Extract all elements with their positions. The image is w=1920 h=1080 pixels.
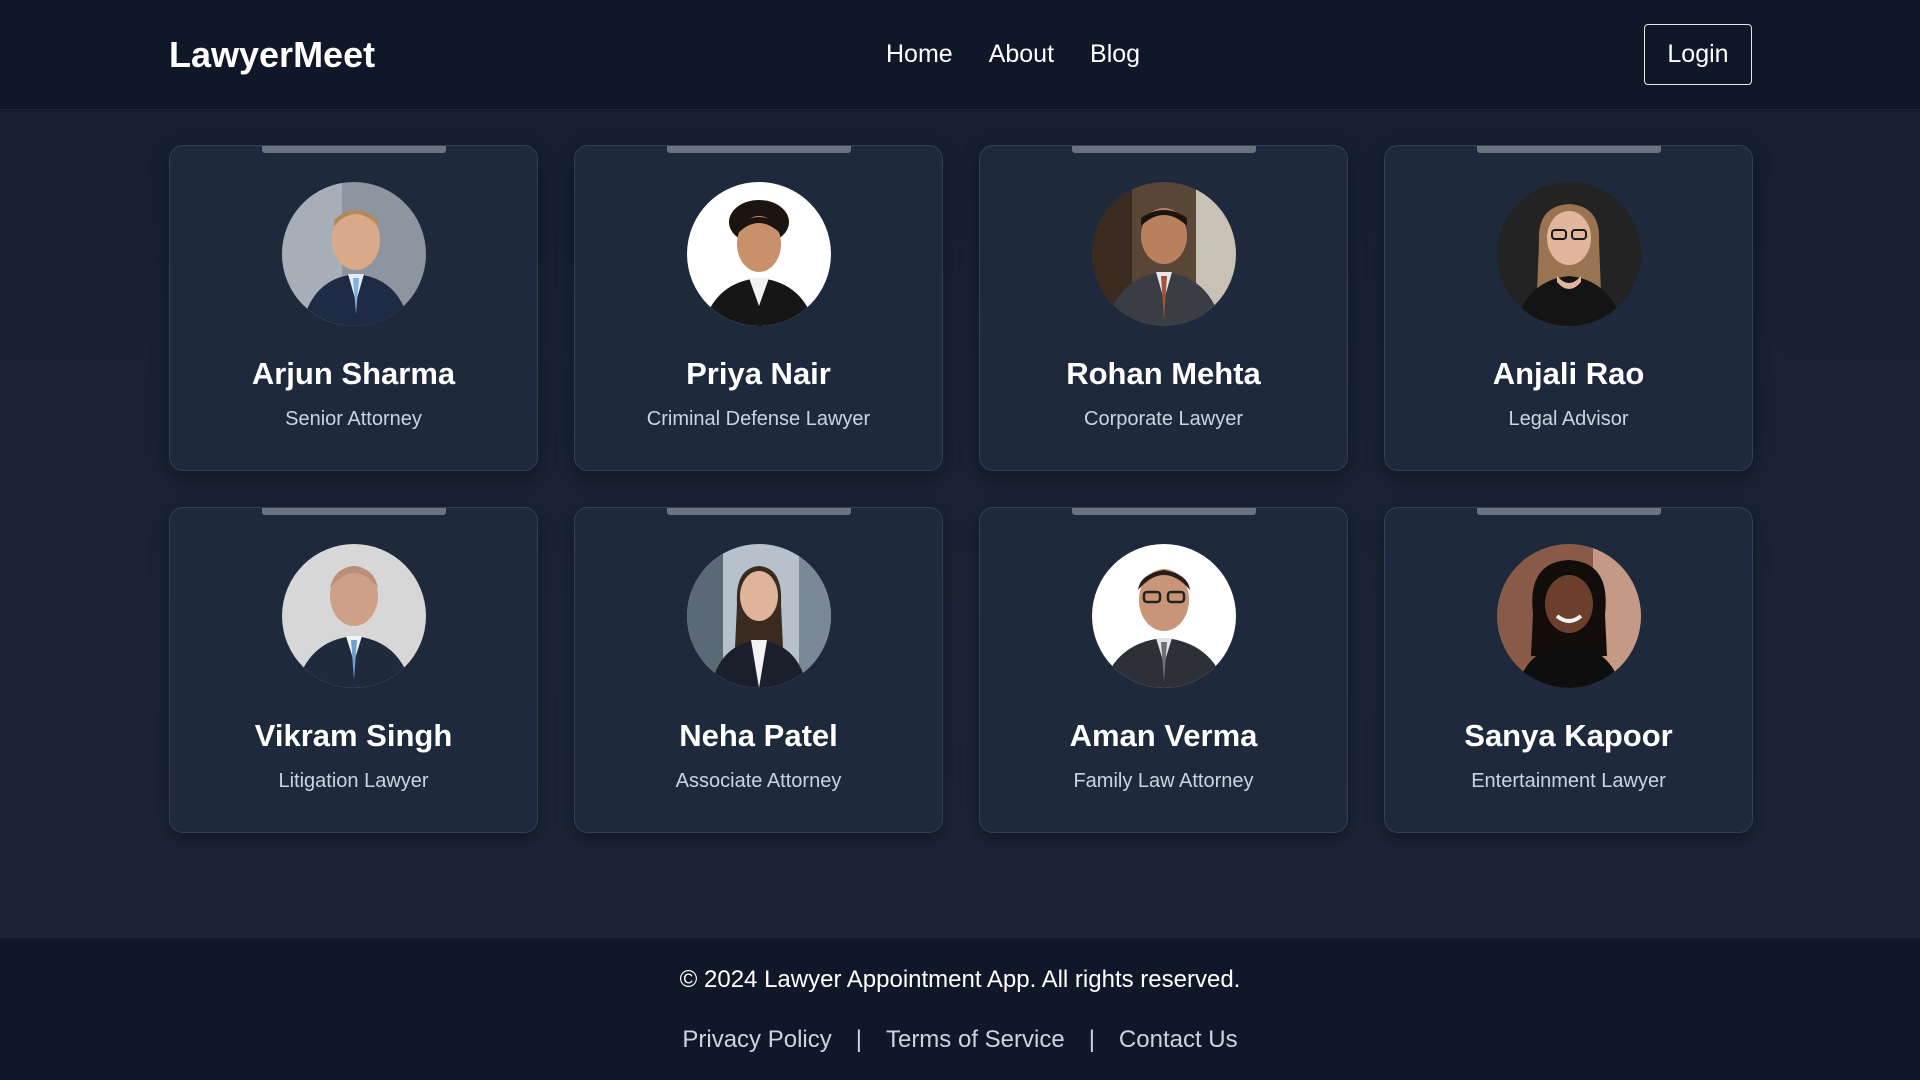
lawyer-name: Arjun Sharma [251, 356, 456, 391]
lawyer-card-sanya-kapoor[interactable]: Sanya Kapoor Entertainment Lawyer [1384, 507, 1753, 833]
lawyer-card-priya-nair[interactable]: Priya Nair Criminal Defense Lawyer [574, 145, 943, 471]
lawyer-photo [282, 182, 426, 326]
lawyer-photo [687, 182, 831, 326]
card-top-accent [667, 146, 851, 153]
lawyer-photo [1092, 182, 1236, 326]
lawyer-role: Litigation Lawyer [278, 770, 429, 792]
nav-blog-link[interactable]: Blog [1090, 40, 1140, 69]
card-top-accent [1072, 508, 1256, 515]
card-top-accent [262, 508, 446, 515]
lawyer-name: Anjali Rao [1492, 356, 1645, 391]
footer-separator: | [1088, 1026, 1095, 1053]
lawyer-name: Aman Verma [1069, 718, 1258, 753]
lawyer-name: Vikram Singh [254, 718, 453, 753]
card-top-accent [1072, 146, 1256, 153]
lawyer-photo [1092, 544, 1236, 688]
lawyer-role: Criminal Defense Lawyer [646, 408, 871, 430]
lawyer-card-aman-verma[interactable]: Aman Verma Family Law Attorney [979, 507, 1348, 833]
lawyer-name: Sanya Kapoor [1464, 718, 1673, 753]
copyright-text: © 2024 Lawyer Appointment App. All right… [679, 966, 1241, 993]
lawyer-card-neha-patel[interactable]: Neha Patel Associate Attorney [574, 507, 943, 833]
lawyer-card-vikram-singh[interactable]: Vikram Singh Litigation Lawyer [169, 507, 538, 833]
card-top-accent [1477, 508, 1661, 515]
footer-links: Privacy Policy | Terms of Service | Cont… [0, 1026, 1920, 1054]
lawyer-photo [687, 544, 831, 688]
lawyer-role: Corporate Lawyer [1084, 408, 1243, 430]
nav-about-link[interactable]: About [989, 40, 1054, 69]
contact-us-link[interactable]: Contact Us [1119, 1026, 1238, 1054]
privacy-policy-link[interactable]: Privacy Policy [682, 1026, 831, 1054]
terms-of-service-link[interactable]: Terms of Service [886, 1026, 1065, 1054]
lawyer-role: Legal Advisor [1508, 408, 1629, 430]
lawyer-card-arjun-sharma[interactable]: Arjun Sharma Senior Attorney [169, 145, 538, 471]
login-button[interactable]: Login [1644, 24, 1752, 85]
lawyer-role: Family Law Attorney [1073, 770, 1254, 792]
lawyer-photo [282, 544, 426, 688]
lawyer-grid: Arjun Sharma Senior Attorney Priya Nair … [0, 111, 1920, 937]
card-top-accent [667, 508, 851, 515]
card-top-accent [262, 146, 446, 153]
card-top-accent [1477, 146, 1661, 153]
navbar: LawyerMeet Home About Blog Login [0, 0, 1920, 110]
lawyer-role: Entertainment Lawyer [1471, 770, 1666, 792]
lawyer-photo [1497, 544, 1641, 688]
footer: © 2024 Lawyer Appointment App. All right… [0, 937, 1920, 1080]
lawyer-name: Priya Nair [686, 356, 831, 391]
nav-home-link[interactable]: Home [886, 40, 953, 69]
lawyer-name: Rohan Mehta [1066, 356, 1261, 391]
nav-links: Home About Blog [886, 40, 1140, 69]
lawyer-role: Senior Attorney [285, 408, 422, 430]
lawyer-photo [1497, 182, 1641, 326]
lawyer-role: Associate Attorney [675, 770, 842, 792]
lawyer-card-anjali-rao[interactable]: Anjali Rao Legal Advisor [1384, 145, 1753, 471]
footer-separator: | [855, 1026, 862, 1053]
lawyer-name: Neha Patel [679, 718, 838, 753]
lawyer-card-rohan-mehta[interactable]: Rohan Mehta Corporate Lawyer [979, 145, 1348, 471]
brand-logo[interactable]: LawyerMeet [169, 34, 375, 76]
